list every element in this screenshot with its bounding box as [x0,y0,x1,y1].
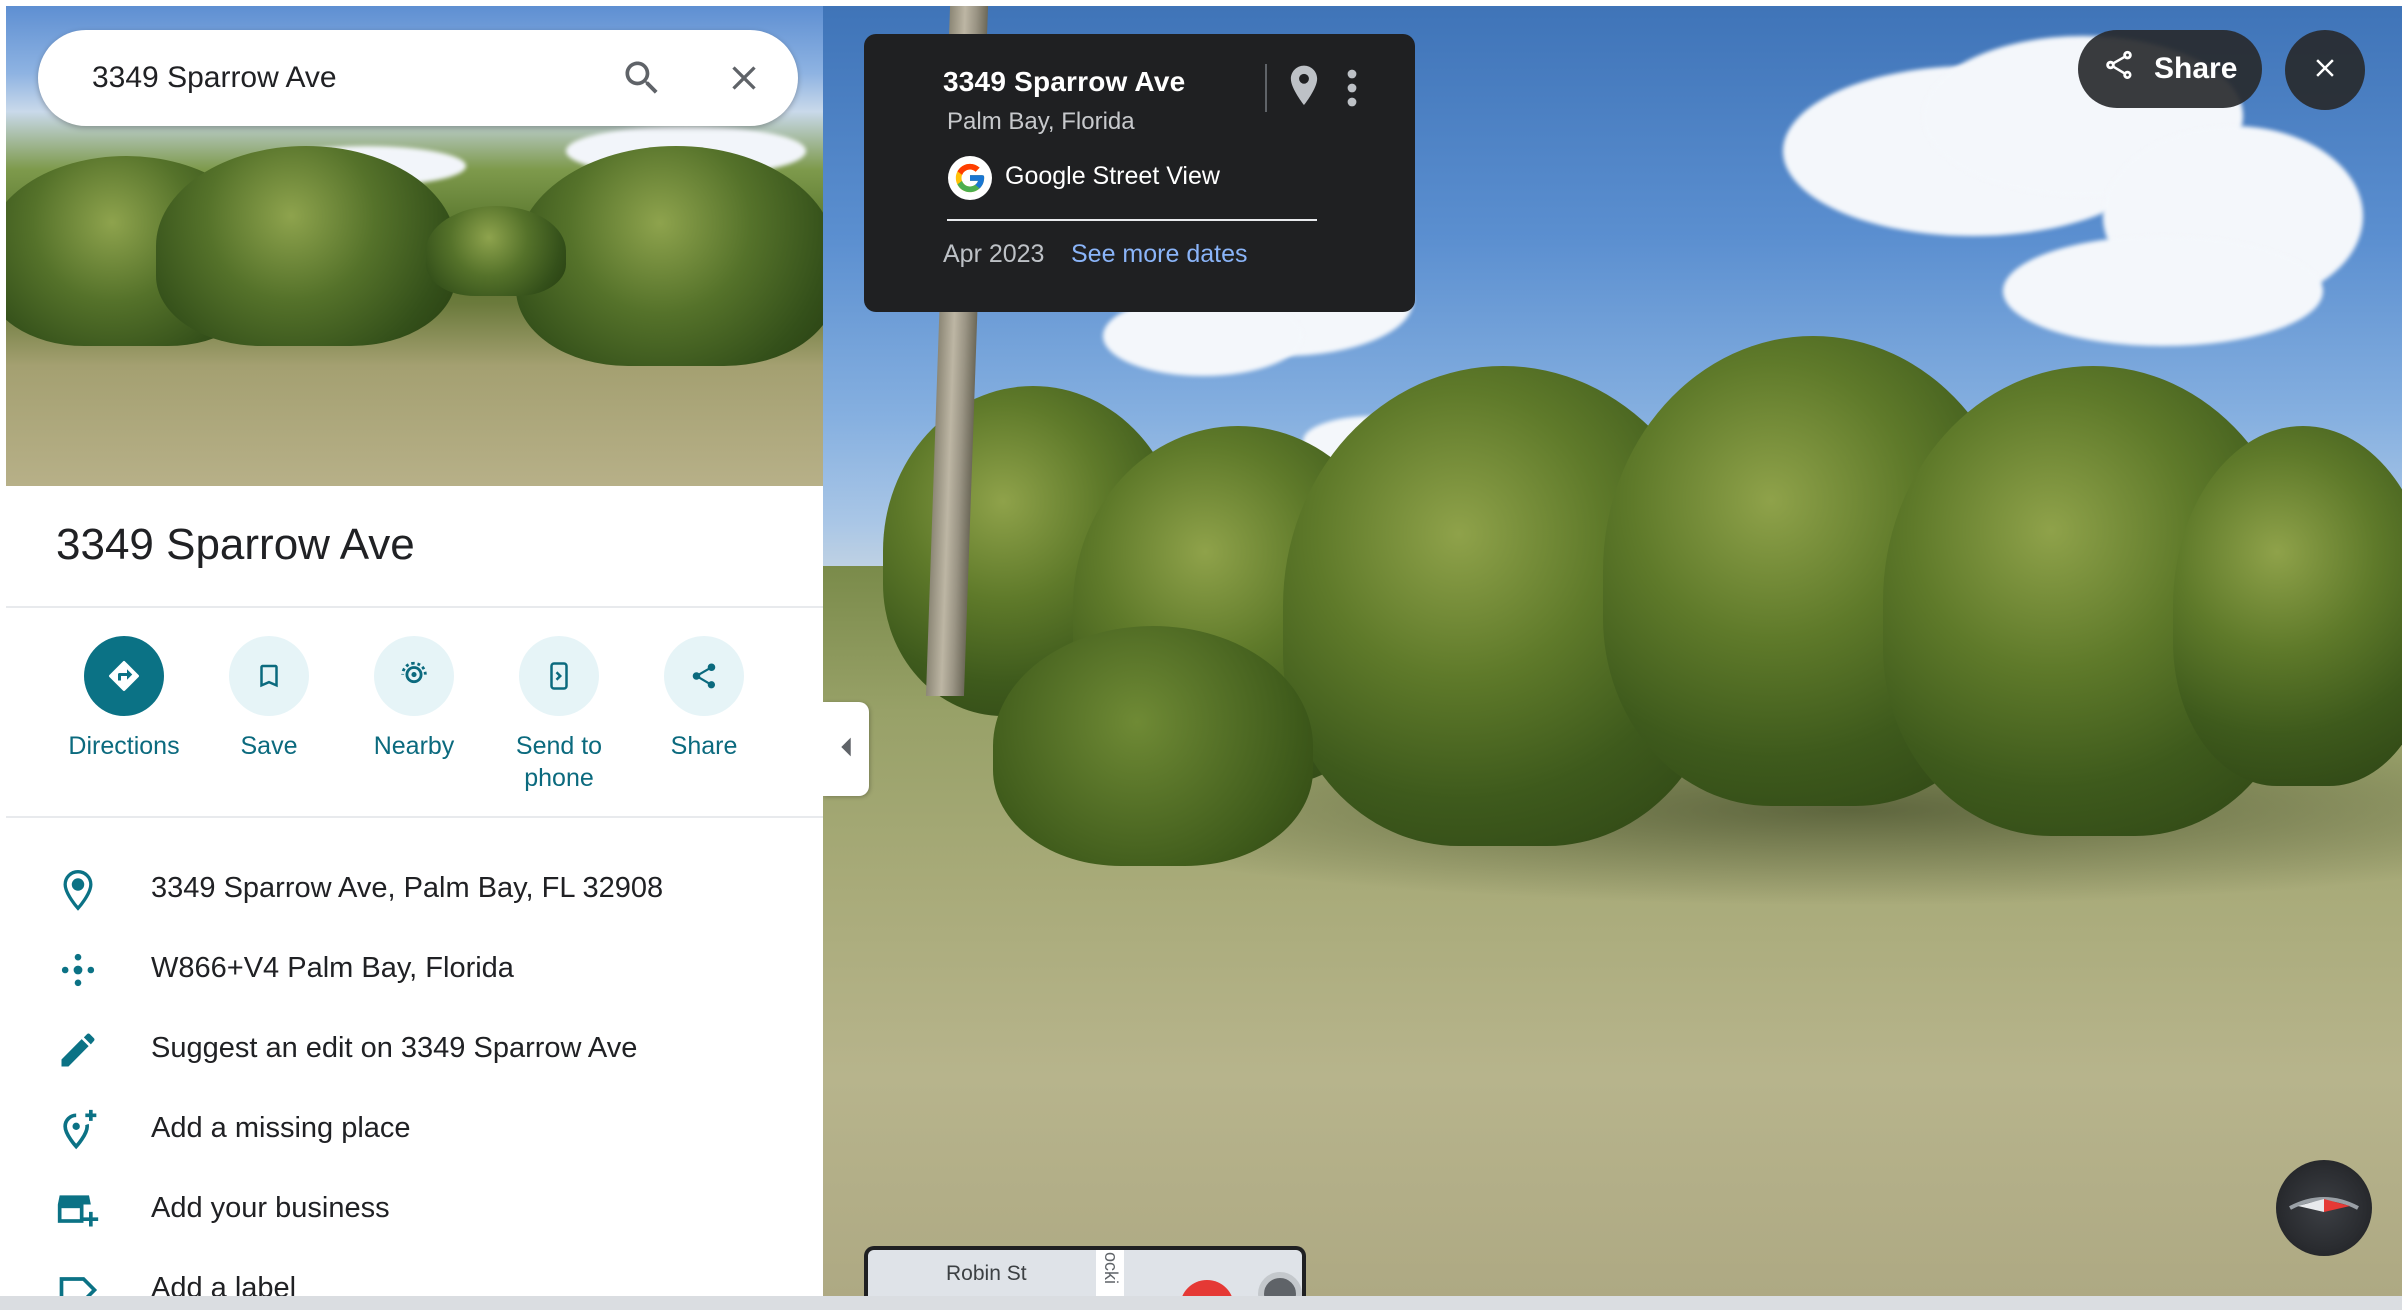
pencil-icon [56,1028,100,1072]
cloud [2003,236,2323,346]
directions-label: Directions [68,732,180,760]
os-dock-strip [0,1296,2402,1310]
chevron-left-icon [838,736,854,763]
share-icon [664,636,744,716]
divider [1265,64,1267,112]
see-more-dates-link[interactable]: See more dates [1071,240,1248,269]
close-street-view-button[interactable] [2285,30,2365,110]
plus-code-text: W866+V4 Palm Bay, Florida [151,952,514,984]
place-side-panel: 3349 Sparrow Ave Directions Save Nearby … [6,6,823,1296]
location-pin-icon [56,868,100,912]
directions-button[interactable]: Directions [54,636,194,762]
share-label: Share [2154,52,2238,85]
share-label: Share [670,732,738,760]
nearby-label: Nearby [373,732,455,760]
share-icon [2102,48,2136,90]
shrub [426,206,566,296]
compass-icon [2284,1186,2364,1231]
close-icon [2310,53,2340,88]
add-missing-place-text: Add a missing place [151,1112,411,1144]
plus-code-row[interactable]: W866+V4 Palm Bay, Florida [6,928,823,1008]
search-icon[interactable] [620,56,664,100]
clear-search-icon[interactable] [724,58,764,98]
search-input[interactable] [92,54,592,102]
nearby-icon [374,636,454,716]
streetview-subtitle: Palm Bay, Florida [947,108,1135,135]
place-title: 3349 Sparrow Ave [56,520,415,569]
add-missing-place-row[interactable]: Add a missing place [6,1088,823,1168]
share-button[interactable]: Share [2078,30,2262,108]
directions-icon [84,636,164,716]
google-logo-icon [948,156,992,200]
label-icon [56,1268,100,1296]
add-location-icon [56,1108,100,1152]
bookmark-icon [229,636,309,716]
suggest-edit-text: Suggest an edit on 3349 Sparrow Ave [151,1032,638,1064]
share-place-button[interactable]: Share [634,636,774,762]
collapse-panel-button[interactable] [823,702,869,796]
address-text: 3349 Sparrow Ave, Palm Bay, FL 32908 [151,872,664,904]
add-business-text: Add your business [151,1192,390,1224]
street-label-vertical: ocki [1101,1252,1121,1285]
plus-code-icon [56,948,100,992]
add-business-row[interactable]: Add your business [6,1168,823,1248]
save-label: Save [240,732,298,760]
send-to-phone-icon [519,636,599,716]
save-button[interactable]: Save [199,636,339,762]
street-view-info-card: 3349 Sparrow Ave Palm Bay, Florida Googl… [864,34,1415,312]
search-box[interactable] [38,30,798,126]
street-view-provider: Google Street View [1005,162,1220,190]
shrub [993,626,1313,866]
send-to-phone-label: Send to phone [515,732,603,792]
divider [6,606,823,608]
send-to-phone-button[interactable]: Send to phone [489,636,629,794]
divider [6,816,823,818]
nearby-button[interactable]: Nearby [344,636,484,762]
add-label-text: Add a label [151,1272,297,1296]
divider [947,219,1317,221]
streetview-title: 3349 Sparrow Ave [943,66,1186,97]
suggest-edit-row[interactable]: Suggest an edit on 3349 Sparrow Ave [6,1008,823,1088]
add-business-icon [56,1188,100,1232]
address-row[interactable]: 3349 Sparrow Ave, Palm Bay, FL 32908 [6,848,823,928]
street-label: Robin St [946,1262,1027,1285]
map-pin-icon[interactable] [1284,64,1324,110]
more-options-icon[interactable] [1342,68,1362,108]
capture-date: Apr 2023 [943,240,1045,268]
add-label-row[interactable]: Add a label [6,1248,823,1296]
compass-control[interactable] [2276,1160,2372,1256]
palm-bush [156,146,456,346]
